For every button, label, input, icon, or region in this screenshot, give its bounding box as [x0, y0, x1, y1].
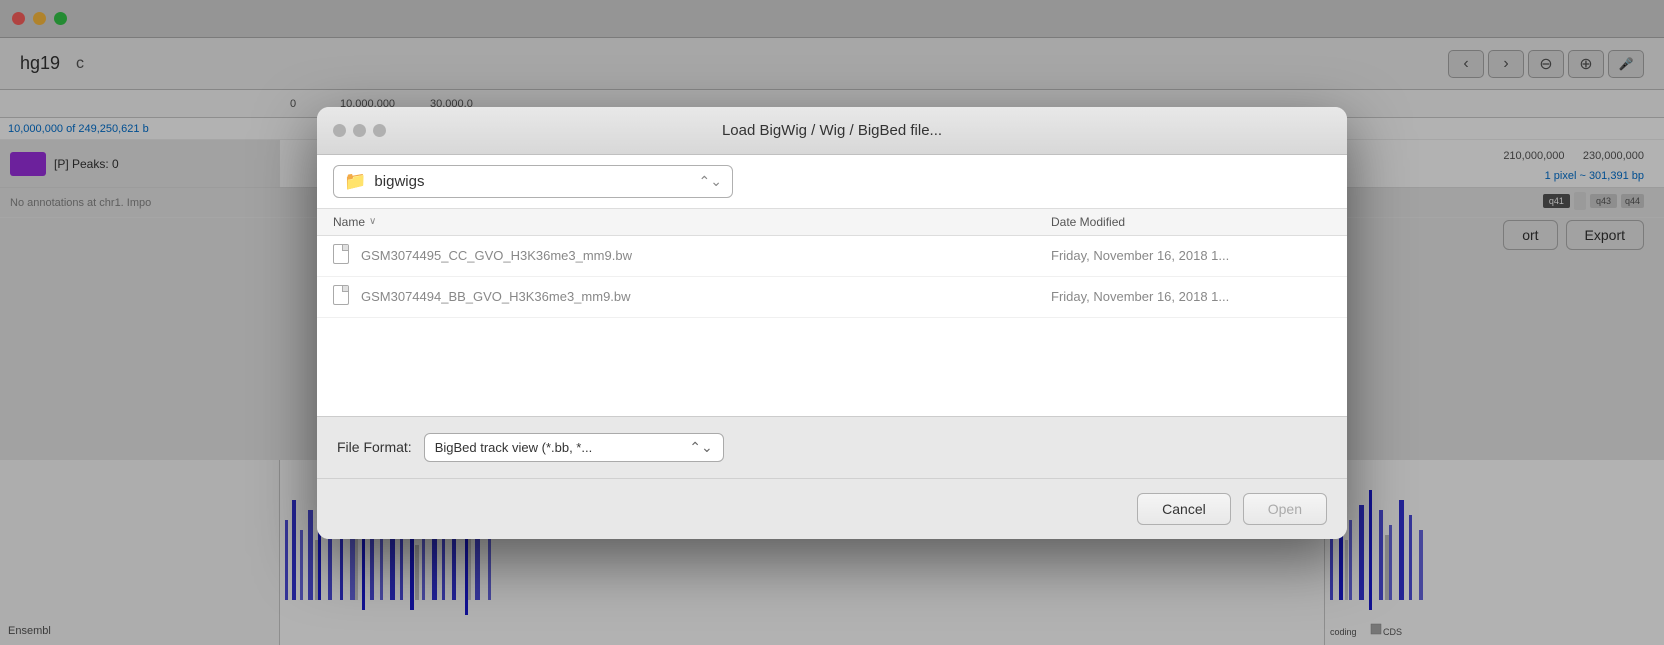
- file-icon-shape-1: [333, 285, 349, 305]
- file-item-1[interactable]: GSM3074494_BB_GVO_H3K36me3_mm9.bw Friday…: [317, 277, 1347, 318]
- file-date-1: Friday, November 16, 2018 1...: [1051, 289, 1331, 304]
- format-select[interactable]: BigBed track view (*.bb, *... ⌃⌄: [424, 433, 724, 462]
- file-icon-1: [333, 285, 353, 309]
- format-select-text: BigBed track view (*.bb, *...: [435, 440, 682, 455]
- format-row: File Format: BigBed track view (*.bb, *.…: [317, 417, 1347, 479]
- modal-traffic-lights: [333, 124, 386, 137]
- modal-overlay: Load BigWig / Wig / BigBed file... 📁 big…: [0, 0, 1664, 645]
- folder-icon: 📁: [344, 171, 366, 192]
- modal-minimize-button[interactable]: [353, 124, 366, 137]
- file-name-0: GSM3074495_CC_GVO_H3K36me3_mm9.bw: [361, 248, 1051, 263]
- format-select-arrows: ⌃⌄: [689, 439, 712, 456]
- file-name-1: GSM3074494_BB_GVO_H3K36me3_mm9.bw: [361, 289, 1051, 304]
- location-arrow-icon[interactable]: ⌃⌄: [699, 173, 722, 190]
- modal-maximize-button[interactable]: [373, 124, 386, 137]
- location-folder-name: bigwigs: [374, 173, 690, 190]
- date-column-header[interactable]: Date Modified: [1051, 215, 1331, 229]
- name-sort-arrow: ∨: [369, 216, 376, 227]
- file-date-0: Friday, November 16, 2018 1...: [1051, 248, 1331, 263]
- file-browser: 📁 bigwigs ⌃⌄ Name ∨ Date Modified: [317, 155, 1347, 416]
- file-icon-shape-0: [333, 244, 349, 264]
- file-icon-0: [333, 244, 353, 268]
- modal-bottom: File Format: BigBed track view (*.bb, *.…: [317, 416, 1347, 539]
- location-input[interactable]: 📁 bigwigs ⌃⌄: [333, 165, 733, 198]
- open-button[interactable]: Open: [1243, 493, 1327, 525]
- modal-titlebar: Load BigWig / Wig / BigBed file...: [317, 107, 1347, 155]
- file-list: GSM3074495_CC_GVO_H3K36me3_mm9.bw Friday…: [317, 236, 1347, 416]
- cancel-button[interactable]: Cancel: [1137, 493, 1231, 525]
- format-label: File Format:: [337, 439, 412, 455]
- modal-title: Load BigWig / Wig / BigBed file...: [722, 122, 942, 139]
- file-dialog: Load BigWig / Wig / BigBed file... 📁 big…: [317, 107, 1347, 539]
- file-list-header: Name ∨ Date Modified: [317, 209, 1347, 236]
- name-column-header[interactable]: Name ∨: [333, 215, 1051, 229]
- dialog-button-row: Cancel Open: [317, 479, 1347, 539]
- modal-close-button[interactable]: [333, 124, 346, 137]
- file-item-0[interactable]: GSM3074495_CC_GVO_H3K36me3_mm9.bw Friday…: [317, 236, 1347, 277]
- location-bar: 📁 bigwigs ⌃⌄: [317, 155, 1347, 209]
